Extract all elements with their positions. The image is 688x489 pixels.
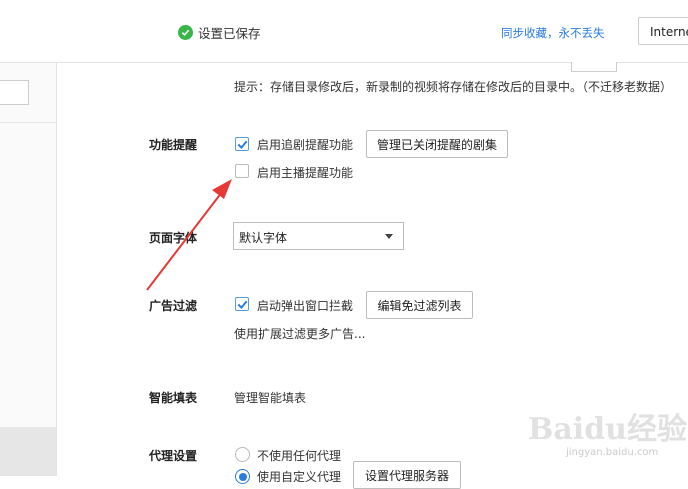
baidu-watermark: Baidu经验 bbox=[528, 412, 687, 447]
baidu-watermark-url: jingyan.baidu.com bbox=[566, 447, 659, 458]
